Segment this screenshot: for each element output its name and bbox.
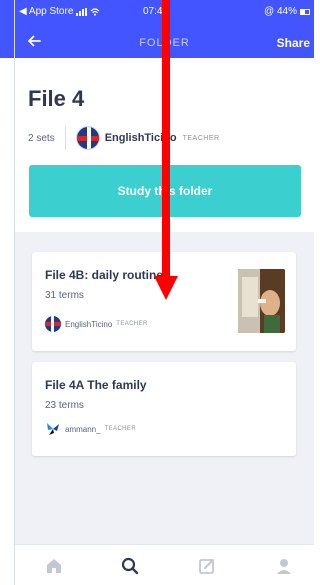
create-icon[interactable] (196, 555, 218, 577)
author-avatar (45, 316, 61, 332)
battery-percent: @ 44% (264, 6, 297, 17)
butterfly-avatar-icon (47, 423, 59, 435)
phone-screen: ◀ App Store 07:43 @ 44% FOLDER Share Fil… (15, 0, 314, 585)
nav-title: FOLDER (139, 37, 190, 49)
profile-icon[interactable] (273, 555, 295, 577)
set-card[interactable]: File 4B: daily routine 31 terms EnglishT… (32, 252, 296, 351)
author-name: ammann_ (65, 424, 101, 434)
set-author: EnglishTicino TEACHER (45, 316, 148, 332)
author-name: EnglishTicino (65, 319, 113, 329)
home-icon[interactable] (43, 555, 65, 577)
back-to-app-store[interactable]: ◀ App Store (19, 6, 73, 17)
folder-title: File 4 (28, 86, 85, 111)
status-time: 07:43 (143, 6, 169, 17)
owner-name[interactable]: EnglishTicino (105, 132, 177, 144)
meta-divider (64, 126, 66, 150)
set-title: File 4B: daily routine (45, 268, 164, 282)
owner-avatar[interactable] (75, 126, 100, 150)
share-button[interactable]: Share (277, 36, 310, 50)
left-window-edge (0, 0, 15, 585)
set-title: File 4A The family (45, 378, 147, 392)
status-bar: ◀ App Store 07:43 @ 44% (15, 0, 314, 24)
wifi-icon (90, 7, 100, 16)
sets-list: File 4B: daily routine 31 terms EnglishT… (15, 232, 314, 544)
set-author: ammann_ TEACHER (45, 421, 136, 437)
owner-role-badge: TEACHER (182, 134, 220, 142)
set-thumbnail-image (238, 269, 285, 333)
author-role-badge: TEACHER (104, 426, 137, 432)
app-header: ◀ App Store 07:43 @ 44% FOLDER Share (15, 0, 314, 58)
left-window-edge-header (0, 0, 14, 58)
set-terms-count: 31 terms (45, 290, 84, 301)
signal-icon (76, 7, 88, 16)
battery-icon (300, 8, 310, 15)
search-icon[interactable] (119, 555, 141, 577)
status-right: @ 44% (264, 6, 310, 17)
set-terms-count: 23 terms (45, 400, 84, 411)
set-card[interactable]: File 4A The family 23 terms ammann_ TEAC… (32, 362, 296, 456)
screenshot-frame: ◀ App Store 07:43 @ 44% FOLDER Share Fil… (0, 0, 314, 585)
bottom-tab-bar (15, 544, 314, 585)
study-folder-button[interactable]: Study this folder (29, 165, 301, 217)
author-role-badge: TEACHER (116, 321, 148, 327)
folder-meta: 2 sets EnglishTicino TEACHER (28, 124, 220, 152)
nav-bar: FOLDER Share (15, 28, 314, 58)
status-left: ◀ App Store (19, 6, 100, 17)
sets-count: 2 sets (28, 132, 55, 144)
